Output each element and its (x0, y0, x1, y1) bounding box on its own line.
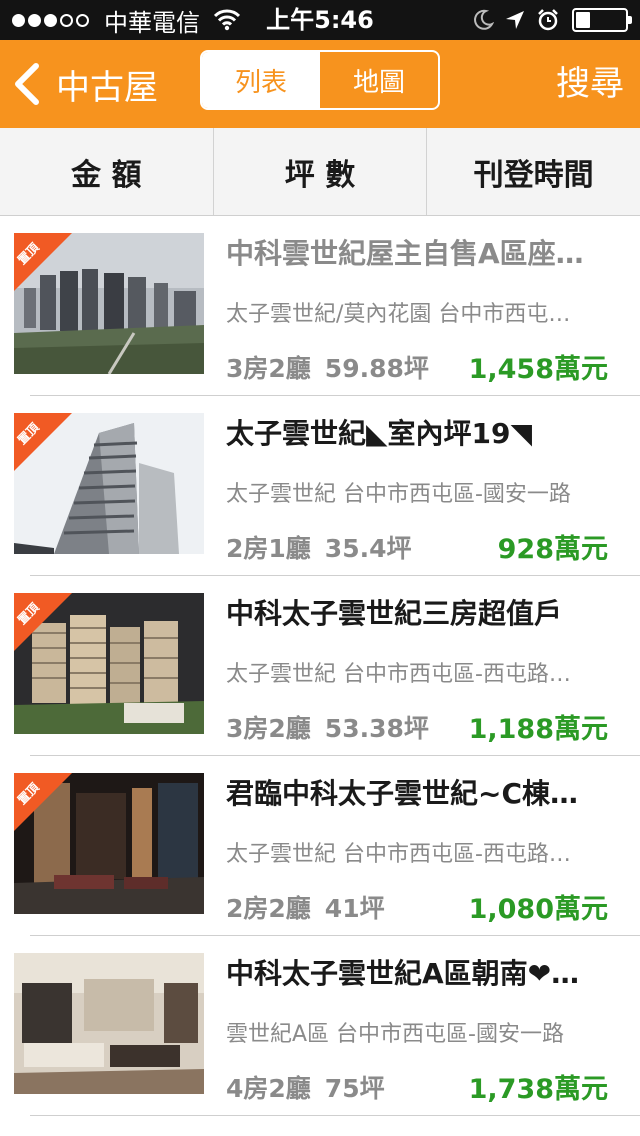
listing-area: 35.4坪 (324, 534, 412, 563)
listing-photo: 置頂 (14, 593, 204, 734)
battery-icon (572, 8, 632, 32)
listing-meta: 2房1廳 35.4坪 (226, 529, 411, 565)
listing-location: 雲世紀A區 台中市西屯區-國安一路 (226, 1022, 564, 1047)
status-left: 中華電信 (12, 0, 240, 40)
listing-item[interactable]: 中科太子雲世紀A區朝南❤… 雲世紀A區 台中市西屯區-國安一路 4房2廳 75坪 … (0, 936, 640, 1116)
sort-area-button[interactable]: 坪 數 (214, 128, 428, 215)
listing-photo: 置頂 (14, 773, 204, 914)
listing-price: 1,738萬元 (468, 1074, 608, 1105)
listing-meta: 3房2廳 53.38坪 (226, 709, 429, 745)
listing-rooms: 2房1廳 (226, 534, 311, 563)
listing-photo: 置頂 (14, 233, 204, 374)
listing-meta: 2房2廳 41坪 (226, 889, 385, 925)
moon-icon (474, 9, 494, 30)
listing-item[interactable]: 置頂 中科雲世紀屋主自售A區座… 太子雲世紀/莫內花園 台中市西屯… 3房2廳 5… (0, 216, 640, 396)
listing-title: 中科太子雲世紀A區朝南❤… (226, 957, 580, 990)
listing-rooms: 4房2廳 (226, 1074, 311, 1103)
nav-bar: 中古屋 列表 地圖 搜尋 (0, 40, 640, 128)
status-bar: 中華電信 上午5:46 (0, 0, 640, 40)
listing-area: 75坪 (324, 1074, 385, 1103)
chevron-left-icon (15, 63, 39, 105)
listing-title: 中科雲世紀屋主自售A區座… (226, 237, 584, 270)
alarm-icon (538, 9, 558, 31)
location-icon (506, 11, 524, 29)
listing-price: 1,458萬元 (468, 354, 608, 385)
listing-area: 53.38坪 (324, 714, 429, 743)
view-segmented-control: 列表 地圖 (200, 50, 440, 110)
listing-item[interactable]: 置頂 中科太子雲世紀三房超值戶 太子雲世紀 台中市西屯區-西屯路… 3房2廳 53… (0, 576, 640, 756)
carrier-name: 中華電信 (104, 8, 200, 37)
signal-strength-icon (12, 13, 92, 27)
segment-list[interactable]: 列表 (202, 52, 320, 108)
listing-title: 太子雲世紀◣室內坪19◥ (226, 417, 533, 450)
listing-location: 太子雲世紀/莫內花園 台中市西屯… (226, 302, 571, 327)
listing-price: 1,188萬元 (468, 714, 608, 745)
sort-amount-button[interactable]: 金 額 (0, 128, 214, 215)
listing-list: 置頂 中科雲世紀屋主自售A區座… 太子雲世紀/莫內花園 台中市西屯… 3房2廳 5… (0, 216, 640, 1116)
listing-location: 太子雲世紀 台中市西屯區-西屯路… (226, 662, 571, 687)
listing-price: 1,080萬元 (468, 894, 608, 925)
listing-item[interactable]: 置頂 太子雲世紀◣室內坪19◥ 太子雲世紀 台中市西屯區-國安一路 2房1廳 35… (0, 396, 640, 576)
listing-area: 59.88坪 (324, 354, 429, 383)
listing-photo (14, 953, 204, 1094)
listing-title: 中科太子雲世紀三房超值戶 (226, 597, 563, 630)
listing-item[interactable]: 置頂 君臨中科太子雲世紀~C棟… 太子雲世紀 台中市西屯區-西屯路… 2房2廳 4… (0, 756, 640, 936)
status-right (462, 0, 632, 40)
listing-location: 太子雲世紀 台中市西屯區-西屯路… (226, 842, 571, 867)
listing-meta: 3房2廳 59.88坪 (226, 349, 429, 385)
listing-area: 41坪 (324, 894, 385, 923)
living-room-photo (14, 953, 204, 1094)
back-label: 中古屋 (56, 67, 158, 108)
listing-price: 928萬元 (497, 534, 608, 565)
listing-meta: 4房2廳 75坪 (226, 1069, 385, 1105)
battery-level (576, 12, 590, 28)
divider (30, 1115, 640, 1116)
sort-date-button[interactable]: 刊登時間 (427, 128, 640, 215)
search-button[interactable]: 搜尋 (556, 40, 624, 128)
listing-photo: 置頂 (14, 413, 204, 554)
listing-rooms: 3房2廳 (226, 714, 311, 743)
listing-location: 太子雲世紀 台中市西屯區-國安一路 (226, 482, 571, 507)
segment-map[interactable]: 地圖 (320, 52, 438, 108)
listing-rooms: 3房2廳 (226, 354, 311, 383)
back-button[interactable]: 中古屋 (10, 40, 158, 128)
wifi-icon (214, 9, 240, 31)
listing-title: 君臨中科太子雲世紀~C棟… (226, 777, 579, 810)
sort-bar: 金 額 坪 數 刊登時間 (0, 128, 640, 216)
listing-rooms: 2房2廳 (226, 894, 311, 923)
